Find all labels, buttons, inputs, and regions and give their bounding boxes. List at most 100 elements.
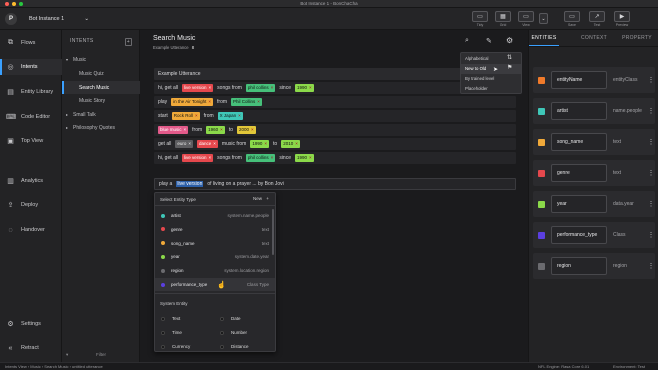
nav-top-view[interactable]: ▣ Top View [0, 133, 62, 149]
sort-option[interactable]: Placeholder [461, 84, 521, 94]
entity-token[interactable]: phil collins × [245, 154, 276, 162]
nav-handover[interactable]: ◌ Handover [0, 222, 62, 238]
utterance-row[interactable]: play in the Air Tonight × from Phil Collins × [154, 96, 516, 108]
entity-card[interactable]: year data.year ⋮ [533, 191, 655, 217]
entity-name-field[interactable]: artist [551, 102, 607, 120]
system-entity-option[interactable]: Date [220, 312, 280, 325]
utterance-row[interactable]: hi, get all live version × songs from phil c… [154, 152, 516, 164]
entity-option[interactable]: year system.date.year [155, 250, 275, 263]
entity-name-field[interactable]: song_name [551, 133, 607, 151]
entity-token[interactable]: X Japan × [217, 112, 243, 120]
nav-intents[interactable]: ◎ Intents [0, 59, 62, 75]
remove-token-icon[interactable]: × [238, 113, 241, 118]
entity-option[interactable]: region system.location.region [155, 264, 275, 277]
remove-token-icon[interactable]: × [264, 141, 267, 146]
nav-flows[interactable]: ⧉ Flows [0, 35, 62, 51]
more-options-icon[interactable]: ⋮ [647, 138, 655, 146]
entity-name-field[interactable]: region [551, 257, 607, 275]
entity-token[interactable]: in the Air Tonight × [171, 98, 214, 106]
nav-entity-library[interactable]: ▤ Entity Library [0, 84, 62, 100]
system-entity-option[interactable]: Text [161, 312, 221, 325]
sort-icon[interactable]: ⇅ [507, 54, 512, 61]
remove-token-icon[interactable]: × [213, 141, 216, 146]
view-button[interactable]: ▭ View [515, 11, 537, 29]
entity-card[interactable]: region region ⋮ [533, 253, 655, 279]
entity-name-field[interactable]: entityName [551, 71, 607, 89]
utterance-row[interactable]: start Rock Roll × from X Japan × [154, 110, 516, 122]
filter-button[interactable]: ▾ Filter [62, 352, 140, 357]
intent-item[interactable]: ▾ Music [62, 53, 140, 66]
more-options-icon[interactable]: ⋮ [647, 107, 655, 115]
popup-scrollbar[interactable] [272, 209, 274, 255]
remove-token-icon[interactable]: × [195, 113, 198, 118]
entity-option[interactable]: performance_type Class Type [155, 278, 275, 291]
more-options-icon[interactable]: ⋮ [647, 262, 655, 270]
intent-item[interactable]: Music Story [62, 94, 140, 107]
entity-token[interactable]: 1960 × [206, 126, 225, 134]
entity-token[interactable]: 2000 × [236, 126, 256, 134]
entity-name-field[interactable]: genre [551, 164, 607, 182]
remove-token-icon[interactable]: × [271, 85, 274, 90]
intent-item[interactable]: ▸ Small Talk [62, 108, 140, 121]
remove-token-icon[interactable]: × [251, 127, 254, 132]
entity-option[interactable]: song_name text [155, 237, 275, 250]
instance-selector[interactable]: Bot Instance 1 ⌄ [24, 13, 94, 25]
entity-token[interactable]: euro × [175, 140, 193, 148]
avatar[interactable]: P [5, 13, 17, 25]
more-options-icon[interactable]: ⋮ [647, 169, 655, 177]
system-entity-option[interactable]: Currency [161, 340, 221, 353]
remove-token-icon[interactable]: × [271, 155, 274, 160]
editing-utterance[interactable]: play a live version of living on a praye… [154, 178, 516, 190]
nav-analytics[interactable]: ▥ Analytics [0, 173, 62, 189]
entity-token[interactable]: live version × [182, 84, 214, 92]
edit-icon[interactable]: ✎ [486, 37, 492, 45]
utterance-row[interactable]: get all euro × dance × music from 1990 × to 2010 × [154, 138, 516, 150]
remove-token-icon[interactable]: × [209, 85, 212, 90]
entity-card[interactable]: artist name.people ⋮ [533, 98, 655, 124]
entity-name-field[interactable]: year [551, 195, 607, 213]
entity-card[interactable]: performance_type Class ⋮ [533, 222, 655, 248]
system-entity-option[interactable]: Distance [220, 340, 280, 353]
entity-token[interactable]: dance × [197, 140, 218, 148]
entity-card[interactable]: song_name text ⋮ [533, 129, 655, 155]
remove-token-icon[interactable]: × [295, 141, 298, 146]
system-entity-option[interactable]: Time [161, 326, 221, 339]
tab-context[interactable]: CONTEXT [573, 30, 615, 46]
nav-deploy[interactable]: ⇪ Deploy [0, 197, 62, 213]
nav-settings[interactable]: ⚙ Settings [0, 316, 62, 332]
search-icon[interactable]: ⌕ [465, 37, 469, 45]
test-button[interactable]: ↗ Test [586, 11, 608, 29]
editing-selection[interactable]: live version [176, 181, 204, 187]
entity-name-field[interactable]: performance_type [551, 226, 607, 244]
entity-token[interactable]: phil collins × [245, 84, 276, 92]
preview-button[interactable]: ▶ Preview [611, 11, 633, 29]
remove-token-icon[interactable]: × [309, 155, 312, 160]
remove-token-icon[interactable]: × [209, 155, 212, 160]
remove-token-icon[interactable]: × [257, 99, 260, 104]
entity-option[interactable]: artist system.name.people [155, 209, 275, 222]
entity-option[interactable]: genre text [155, 223, 275, 236]
more-options-icon[interactable]: ⋮ [647, 200, 655, 208]
entity-token[interactable]: 2010 × [281, 140, 300, 148]
tab-property[interactable]: PROPERTY [617, 30, 657, 46]
settings-icon[interactable]: ⚙ [506, 36, 513, 45]
entity-token[interactable]: Rock Roll × [171, 112, 200, 120]
remove-token-icon[interactable]: × [220, 127, 223, 132]
entity-token[interactable]: Phil Collins × [231, 98, 262, 106]
nav-retract[interactable]: « Retract [0, 340, 62, 356]
remove-token-icon[interactable]: × [188, 141, 191, 146]
system-entity-option[interactable]: Number [220, 326, 280, 339]
save-button[interactable]: ▭ Save [561, 11, 583, 29]
new-entity-button[interactable]: New + [253, 196, 269, 201]
entity-card[interactable]: entityName entityClass ⋮ [533, 67, 655, 93]
entity-token[interactable]: 1990 × [295, 84, 314, 92]
flag-icon[interactable]: ⚑ [507, 64, 512, 71]
more-options-icon[interactable]: ⋮ [647, 76, 655, 84]
tab-entities[interactable]: ENTITIES [529, 30, 559, 46]
intent-item[interactable]: Search Music [62, 81, 140, 94]
tidy-button[interactable]: ▭ Tidy [469, 11, 491, 29]
remove-token-icon[interactable]: × [184, 127, 187, 132]
utterance-row[interactable]: blue music × from 1960 × to 2000 × [154, 124, 516, 136]
view-dropdown-icon[interactable]: ⌄ [539, 13, 548, 24]
entity-token[interactable]: 1990 × [295, 154, 314, 162]
